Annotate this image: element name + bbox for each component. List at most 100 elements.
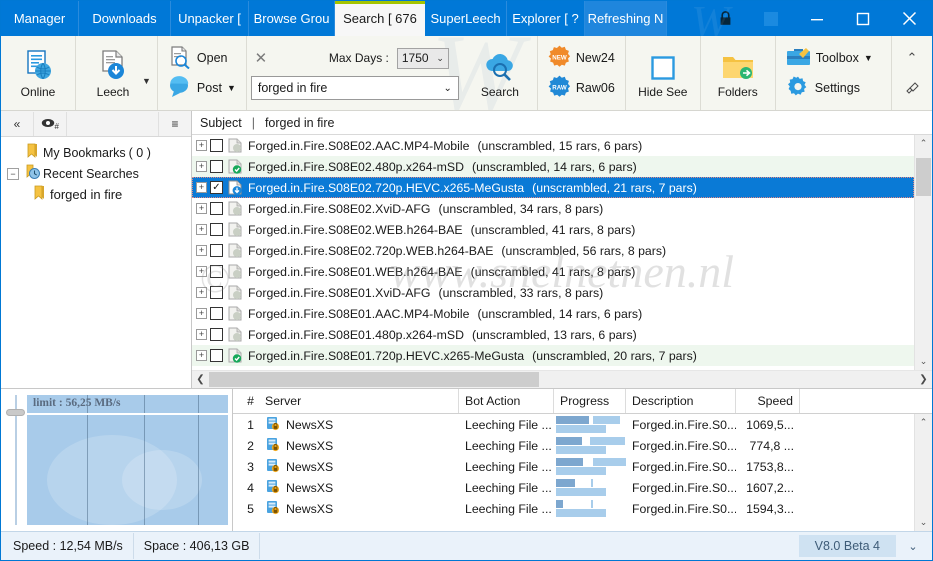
table-row[interactable]: + Forged.in.Fire.S08E01.WEB.h264-BAE (unsc… xyxy=(192,261,914,282)
tab-unpacker[interactable]: Unpacker [ xyxy=(171,1,249,36)
lock-icon[interactable] xyxy=(702,1,748,36)
row-expander[interactable]: + xyxy=(196,203,207,214)
tab-explorer[interactable]: Explorer [ ? xyxy=(507,1,585,36)
tree-expander[interactable]: − xyxy=(7,167,19,180)
column-header-speed[interactable]: Speed xyxy=(736,389,800,413)
row-checkbox[interactable] xyxy=(210,244,223,257)
row-checkbox[interactable] xyxy=(210,307,223,320)
row-expander[interactable]: + xyxy=(196,308,207,319)
tab-manager[interactable]: Manager xyxy=(1,1,79,36)
table-row[interactable]: 2 NewsXS Leeching File ... Forged.in.Fire.S… xyxy=(233,435,914,456)
table-row[interactable]: + Forged.in.Fire.S08E01.AAC.MP4-Mobile (un… xyxy=(192,303,914,324)
new24-button[interactable]: NEW New24 xyxy=(544,43,619,73)
row-checkbox[interactable] xyxy=(210,160,223,173)
row-checkbox[interactable] xyxy=(210,349,223,362)
table-row[interactable]: 1 NewsXS Leeching File ... Forged.in.Fire.S… xyxy=(233,414,914,435)
speed-graph[interactable]: limit : 56,25 MB/s xyxy=(27,395,228,525)
max-days-select[interactable]: 1750 ⌄ xyxy=(396,47,449,69)
row-expander[interactable]: + xyxy=(196,161,207,172)
row-expander[interactable]: + xyxy=(196,287,207,298)
online-button[interactable]: Online xyxy=(7,40,69,106)
table-row[interactable]: 3 NewsXS Leeching File ... Forged.in.Fire.S… xyxy=(233,456,914,477)
scroll-thumb[interactable] xyxy=(916,158,931,196)
table-row[interactable]: + Forged.in.Fire.S08E01.480p.x264-mSD (uns… xyxy=(192,324,914,345)
table-row[interactable]: 5 NewsXS Leeching File ... Forged.in.Fire.S… xyxy=(233,498,914,519)
table-row[interactable]: + Forged.in.Fire.S08E01.720p.HEVC.x265-Me… xyxy=(192,345,914,366)
scroll-track[interactable] xyxy=(915,431,932,514)
table-row[interactable]: 4 NewsXS Leeching File ... Forged.in.Fire.S… xyxy=(233,477,914,498)
row-checkbox[interactable] xyxy=(210,286,223,299)
column-header-num[interactable]: # xyxy=(233,389,259,413)
sidebar-item-forged-in-fire[interactable]: forged in fire xyxy=(1,184,191,205)
row-checkbox[interactable]: ✓ xyxy=(210,181,223,194)
leech-dropdown-caret[interactable]: ▼ xyxy=(142,76,151,86)
tab-refreshing[interactable]: Refreshing N xyxy=(585,1,667,36)
toolbox-button[interactable]: Toolbox ▼ xyxy=(782,43,877,73)
sidebar-item-recent-searches[interactable]: − Recent Searches xyxy=(1,163,191,184)
tab-browse-groups[interactable]: Browse Grou xyxy=(249,1,335,36)
post-button[interactable]: Post ▼ xyxy=(164,73,240,103)
slider-knob[interactable] xyxy=(6,409,25,416)
row-expander[interactable]: + xyxy=(196,140,207,151)
post-dropdown-caret[interactable]: ▼ xyxy=(227,83,236,93)
table-row[interactable]: + Forged.in.Fire.S08E02.720p.WEB.h264-BAE… xyxy=(192,240,914,261)
scroll-right-arrow-icon[interactable]: ❯ xyxy=(915,371,932,388)
sidebar-item-my-bookmarks[interactable]: My Bookmarks ( 0 ) xyxy=(1,142,191,163)
open-button[interactable]: Open xyxy=(164,43,240,73)
restore-square-icon[interactable] xyxy=(748,1,794,36)
table-row[interactable]: + Forged.in.Fire.S08E02.480p.x264-mSD (uns… xyxy=(192,156,914,177)
row-checkbox[interactable] xyxy=(210,328,223,341)
leech-button[interactable]: Leech xyxy=(82,40,144,106)
hscroll-thumb[interactable] xyxy=(209,372,539,387)
search-input[interactable]: forged in fire ⌄ xyxy=(250,76,459,100)
scroll-down-arrow-icon[interactable]: ⌄ xyxy=(915,514,932,531)
hide-seen-button[interactable]: Hide See xyxy=(632,40,694,106)
tab-downloads[interactable]: Downloads xyxy=(79,1,171,36)
row-expander[interactable]: + xyxy=(196,224,207,235)
table-row[interactable]: + Forged.in.Fire.S08E01.XviD-AFG (unscramb… xyxy=(192,282,914,303)
column-header-server[interactable]: Server xyxy=(259,389,459,413)
row-expander[interactable]: + xyxy=(196,350,207,361)
scroll-track[interactable] xyxy=(915,152,932,353)
sidebar-menu-icon[interactable]: ≡ xyxy=(158,111,191,136)
column-header-description[interactable]: Description xyxy=(626,389,736,413)
scroll-up-arrow-icon[interactable]: ⌃ xyxy=(915,414,932,431)
maximize-button[interactable] xyxy=(840,1,886,36)
tab-search[interactable]: Search [ 676 xyxy=(335,1,425,36)
scroll-left-arrow-icon[interactable]: ❮ xyxy=(192,371,209,388)
close-button[interactable] xyxy=(886,1,932,36)
table-vertical-scrollbar[interactable]: ⌃ ⌄ xyxy=(914,414,932,531)
search-button[interactable]: Search xyxy=(469,40,531,106)
eye-hash-icon[interactable]: # xyxy=(34,111,67,136)
pin-icon[interactable] xyxy=(905,80,919,97)
table-row[interactable]: + ✓ Forged.in.Fire.S08E02.720p.HEVC.x265-M… xyxy=(192,177,914,198)
chevron-down-icon[interactable]: ⌄ xyxy=(443,83,451,94)
column-header-progress[interactable]: Progress xyxy=(554,389,626,413)
settings-button[interactable]: Settings xyxy=(782,73,877,103)
table-row[interactable]: + Forged.in.Fire.S08E02.XviD-AFG (unscramb… xyxy=(192,198,914,219)
scroll-down-arrow-icon[interactable]: ⌄ xyxy=(915,353,932,370)
table-row[interactable]: + Forged.in.Fire.S08E02.AAC.MP4-Mobile (un… xyxy=(192,135,914,156)
sidebar-collapse-icon[interactable]: « xyxy=(1,111,34,136)
row-expander[interactable]: + xyxy=(196,329,207,340)
row-checkbox[interactable] xyxy=(210,223,223,236)
row-expander[interactable]: + xyxy=(196,266,207,277)
list-vertical-scrollbar[interactable]: ⌃ ⌄ xyxy=(914,135,932,370)
collapse-ribbon-icon[interactable]: ⌃ xyxy=(907,50,918,66)
scroll-up-arrow-icon[interactable]: ⌃ xyxy=(915,135,932,152)
speed-limit-slider[interactable] xyxy=(5,395,27,525)
row-checkbox[interactable] xyxy=(210,202,223,215)
list-column-header[interactable]: Subject | forged in fire xyxy=(192,111,932,135)
raw06-button[interactable]: RAW Raw06 xyxy=(544,73,619,103)
folders-button[interactable]: Folders xyxy=(707,40,769,106)
tab-superleech[interactable]: SuperLeech xyxy=(425,1,507,36)
hscroll-track[interactable] xyxy=(209,371,915,388)
row-expander[interactable]: + xyxy=(196,182,207,193)
list-horizontal-scrollbar[interactable]: ❮ ❯ xyxy=(192,370,932,388)
clear-search-button[interactable]: ✕ xyxy=(251,48,271,68)
row-checkbox[interactable] xyxy=(210,265,223,278)
row-expander[interactable]: + xyxy=(196,245,207,256)
row-checkbox[interactable] xyxy=(210,139,223,152)
table-row[interactable]: + Forged.in.Fire.S08E02.WEB.h264-BAE (unsc… xyxy=(192,219,914,240)
status-expand-icon[interactable]: ⌄ xyxy=(896,533,930,559)
